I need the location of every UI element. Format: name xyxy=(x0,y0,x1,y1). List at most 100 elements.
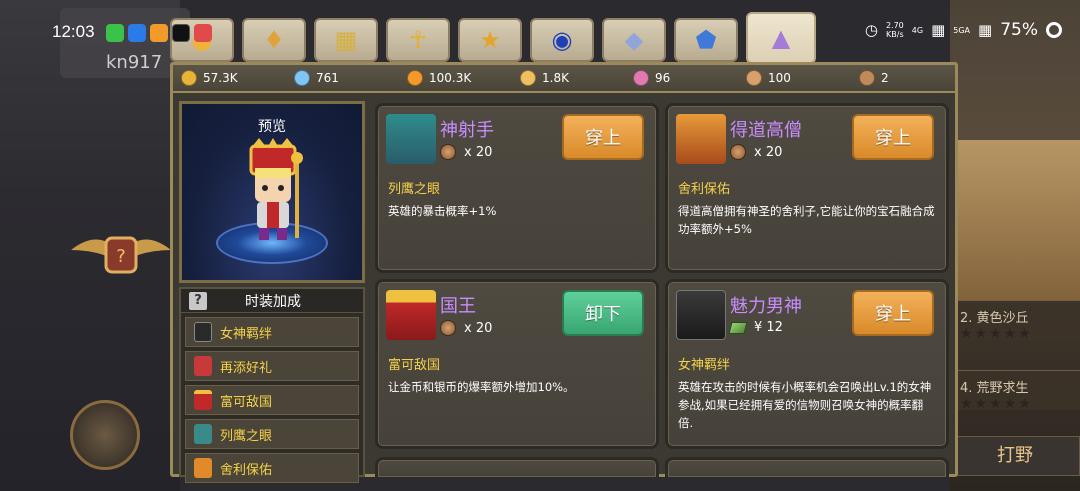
currency-item: 57.3K xyxy=(181,70,294,86)
bonus-name: 列鹰之眼 xyxy=(388,182,441,197)
unequip-button[interactable]: 卸下 xyxy=(562,290,644,336)
bonus-description: 英雄在攻击的时候有小概率机会召唤出Lv.1的女神参战,如果已经拥有爱的信物则召唤… xyxy=(678,380,932,430)
tab-shop[interactable]: ▦ xyxy=(314,18,378,62)
medal-icon xyxy=(859,70,875,86)
stage-label: 2. 黄色沙丘 xyxy=(960,311,1029,326)
spark-icon xyxy=(746,70,762,86)
medal-icon xyxy=(440,144,456,160)
background-right: 2. 黄色沙丘 ★★★★★ 4. 荒野求生 ★★★★★ 打野 xyxy=(950,0,1080,491)
archer-costume-icon xyxy=(386,114,436,164)
currency-item: 100.3K xyxy=(407,70,520,86)
tab-costume[interactable]: ▲ xyxy=(746,12,816,64)
costume-window: 57.3K 761 100.3K 1.8K 96 100 2 预览 ? 时装加成… xyxy=(170,62,958,483)
bonus-item-label: 再添好礼 xyxy=(220,360,273,376)
bonus-item[interactable]: 女神羁绊 xyxy=(185,317,359,347)
cost-value: x 20 xyxy=(754,144,783,160)
category-tabs: ● ♦ ▦ ☥ ★ ◉ ◆ ⬟ ▲ xyxy=(170,12,960,64)
bonus-item-label: 舍利保佑 xyxy=(220,462,273,478)
costume-title: 魅力男神 xyxy=(730,296,802,317)
costume-card xyxy=(665,457,949,477)
king-costume-icon xyxy=(386,290,436,340)
crown-icon xyxy=(194,390,212,410)
dragon-head-icon: ♦ xyxy=(263,26,285,54)
wear-button[interactable]: 穿上 xyxy=(562,114,644,160)
costume-cost: x 20 xyxy=(440,144,492,160)
bonus-item-label: 女神羁绊 xyxy=(220,326,273,342)
pink-star-icon xyxy=(633,70,649,86)
bonus-name: 女神羁绊 xyxy=(678,358,731,373)
player-name: kn917 xyxy=(106,52,163,73)
gold-coin-icon xyxy=(181,70,197,86)
tab-hero[interactable]: ● xyxy=(170,18,234,62)
currency-value: 100 xyxy=(768,71,791,85)
person-icon: ● xyxy=(191,26,213,54)
currency-item: 100 xyxy=(746,70,859,86)
costume-card: 魅力男神 ¥ 12 穿上 女神羁绊 英雄在攻击的时候有小概率机会召唤出Lv.1的… xyxy=(665,279,949,449)
hunt-button[interactable]: 打野 xyxy=(950,436,1080,476)
shirt-icon: ▲ xyxy=(771,24,791,52)
svg-text:?: ? xyxy=(116,246,126,267)
tab-ankh[interactable]: ☥ xyxy=(386,18,450,62)
costume-title: 神射手 xyxy=(440,120,494,141)
bonus-description: 英雄的暴击概率+1% xyxy=(388,204,497,218)
tab-trophy[interactable]: ★ xyxy=(458,18,522,62)
costume-title: 国王 xyxy=(440,296,476,317)
gift-icon xyxy=(194,356,212,376)
currency-value: 100.3K xyxy=(429,71,472,85)
archer-icon xyxy=(194,424,212,444)
suit-costume-icon xyxy=(676,290,726,340)
bonus-item[interactable]: 再添好礼 xyxy=(185,351,359,381)
bonus-item[interactable]: 富可敌国 xyxy=(185,385,359,415)
bonus-name: 舍利保佑 xyxy=(678,182,731,197)
medal-icon xyxy=(730,144,746,160)
costume-cost: x 20 xyxy=(440,320,492,336)
bonus-item[interactable]: 列鹰之眼 xyxy=(185,419,359,449)
cash-icon xyxy=(728,321,748,334)
tab-mount[interactable]: ♦ xyxy=(242,18,306,62)
crystal-icon: ⬟ xyxy=(695,26,717,54)
currency-bar: 57.3K 761 100.3K 1.8K 96 100 2 xyxy=(173,65,955,93)
bonus-item-label: 列鹰之眼 xyxy=(220,428,273,444)
bonus-description: 得道高僧拥有神圣的舍利子,它能让你的宝石融合成功率额外+5% xyxy=(678,204,935,236)
currency-value: 761 xyxy=(316,71,339,85)
stage-label: 4. 荒野求生 xyxy=(960,381,1029,396)
costume-card xyxy=(375,457,659,477)
stage-row[interactable]: 2. 黄色沙丘 ★★★★★ xyxy=(950,300,1080,342)
tab-orb[interactable]: ◉ xyxy=(530,18,594,62)
wear-button[interactable]: 穿上 xyxy=(852,290,934,336)
stage-stars: ★★★★★ xyxy=(960,396,1033,412)
diamond-icon xyxy=(294,70,310,86)
tab-crystal[interactable]: ⬟ xyxy=(674,18,738,62)
suit-icon xyxy=(194,322,212,342)
stage-map-image xyxy=(950,140,1080,300)
stage-row[interactable]: 4. 荒野求生 ★★★★★ xyxy=(950,370,1080,412)
winged-emblem-icon: ? xyxy=(71,236,171,274)
cost-value: x 20 xyxy=(464,144,493,160)
currency-item: 761 xyxy=(294,70,407,86)
background-left: kn917 ? xyxy=(0,0,190,491)
currency-value: 57.3K xyxy=(203,71,238,85)
tab-gem-ring[interactable]: ◆ xyxy=(602,18,666,62)
bonus-item[interactable]: 舍利保佑 xyxy=(185,453,359,483)
wear-button[interactable]: 穿上 xyxy=(852,114,934,160)
currency-item: 1.8K xyxy=(520,70,633,86)
costume-card: 国王 x 20 卸下 富可敌国 让金币和银币的爆率额外增加10%。 xyxy=(375,279,659,449)
currency-value: 1.8K xyxy=(542,71,569,85)
currency-value: 2 xyxy=(881,71,889,85)
currency-item: 2 xyxy=(859,70,949,86)
orb-icon: ◉ xyxy=(551,26,573,54)
star-shard-icon xyxy=(520,70,536,86)
stage-stars: ★★★★★ xyxy=(960,326,1033,342)
help-button[interactable]: ? xyxy=(189,291,207,310)
currency-item: 96 xyxy=(633,70,746,86)
guild-emblem-icon[interactable] xyxy=(70,400,140,470)
bonus-name: 富可敌国 xyxy=(388,358,441,373)
bonus-title: 时装加成 xyxy=(245,293,301,310)
costume-cost: x 20 xyxy=(730,144,782,160)
bonus-item-label: 富可敌国 xyxy=(220,394,273,410)
medal-icon xyxy=(440,320,456,336)
cost-value: ¥ 12 xyxy=(754,320,783,335)
costume-preview: 预览 xyxy=(179,101,365,283)
gem-ring-icon: ◆ xyxy=(624,26,644,54)
bonus-description: 让金币和银币的爆率额外增加10%。 xyxy=(388,380,575,394)
